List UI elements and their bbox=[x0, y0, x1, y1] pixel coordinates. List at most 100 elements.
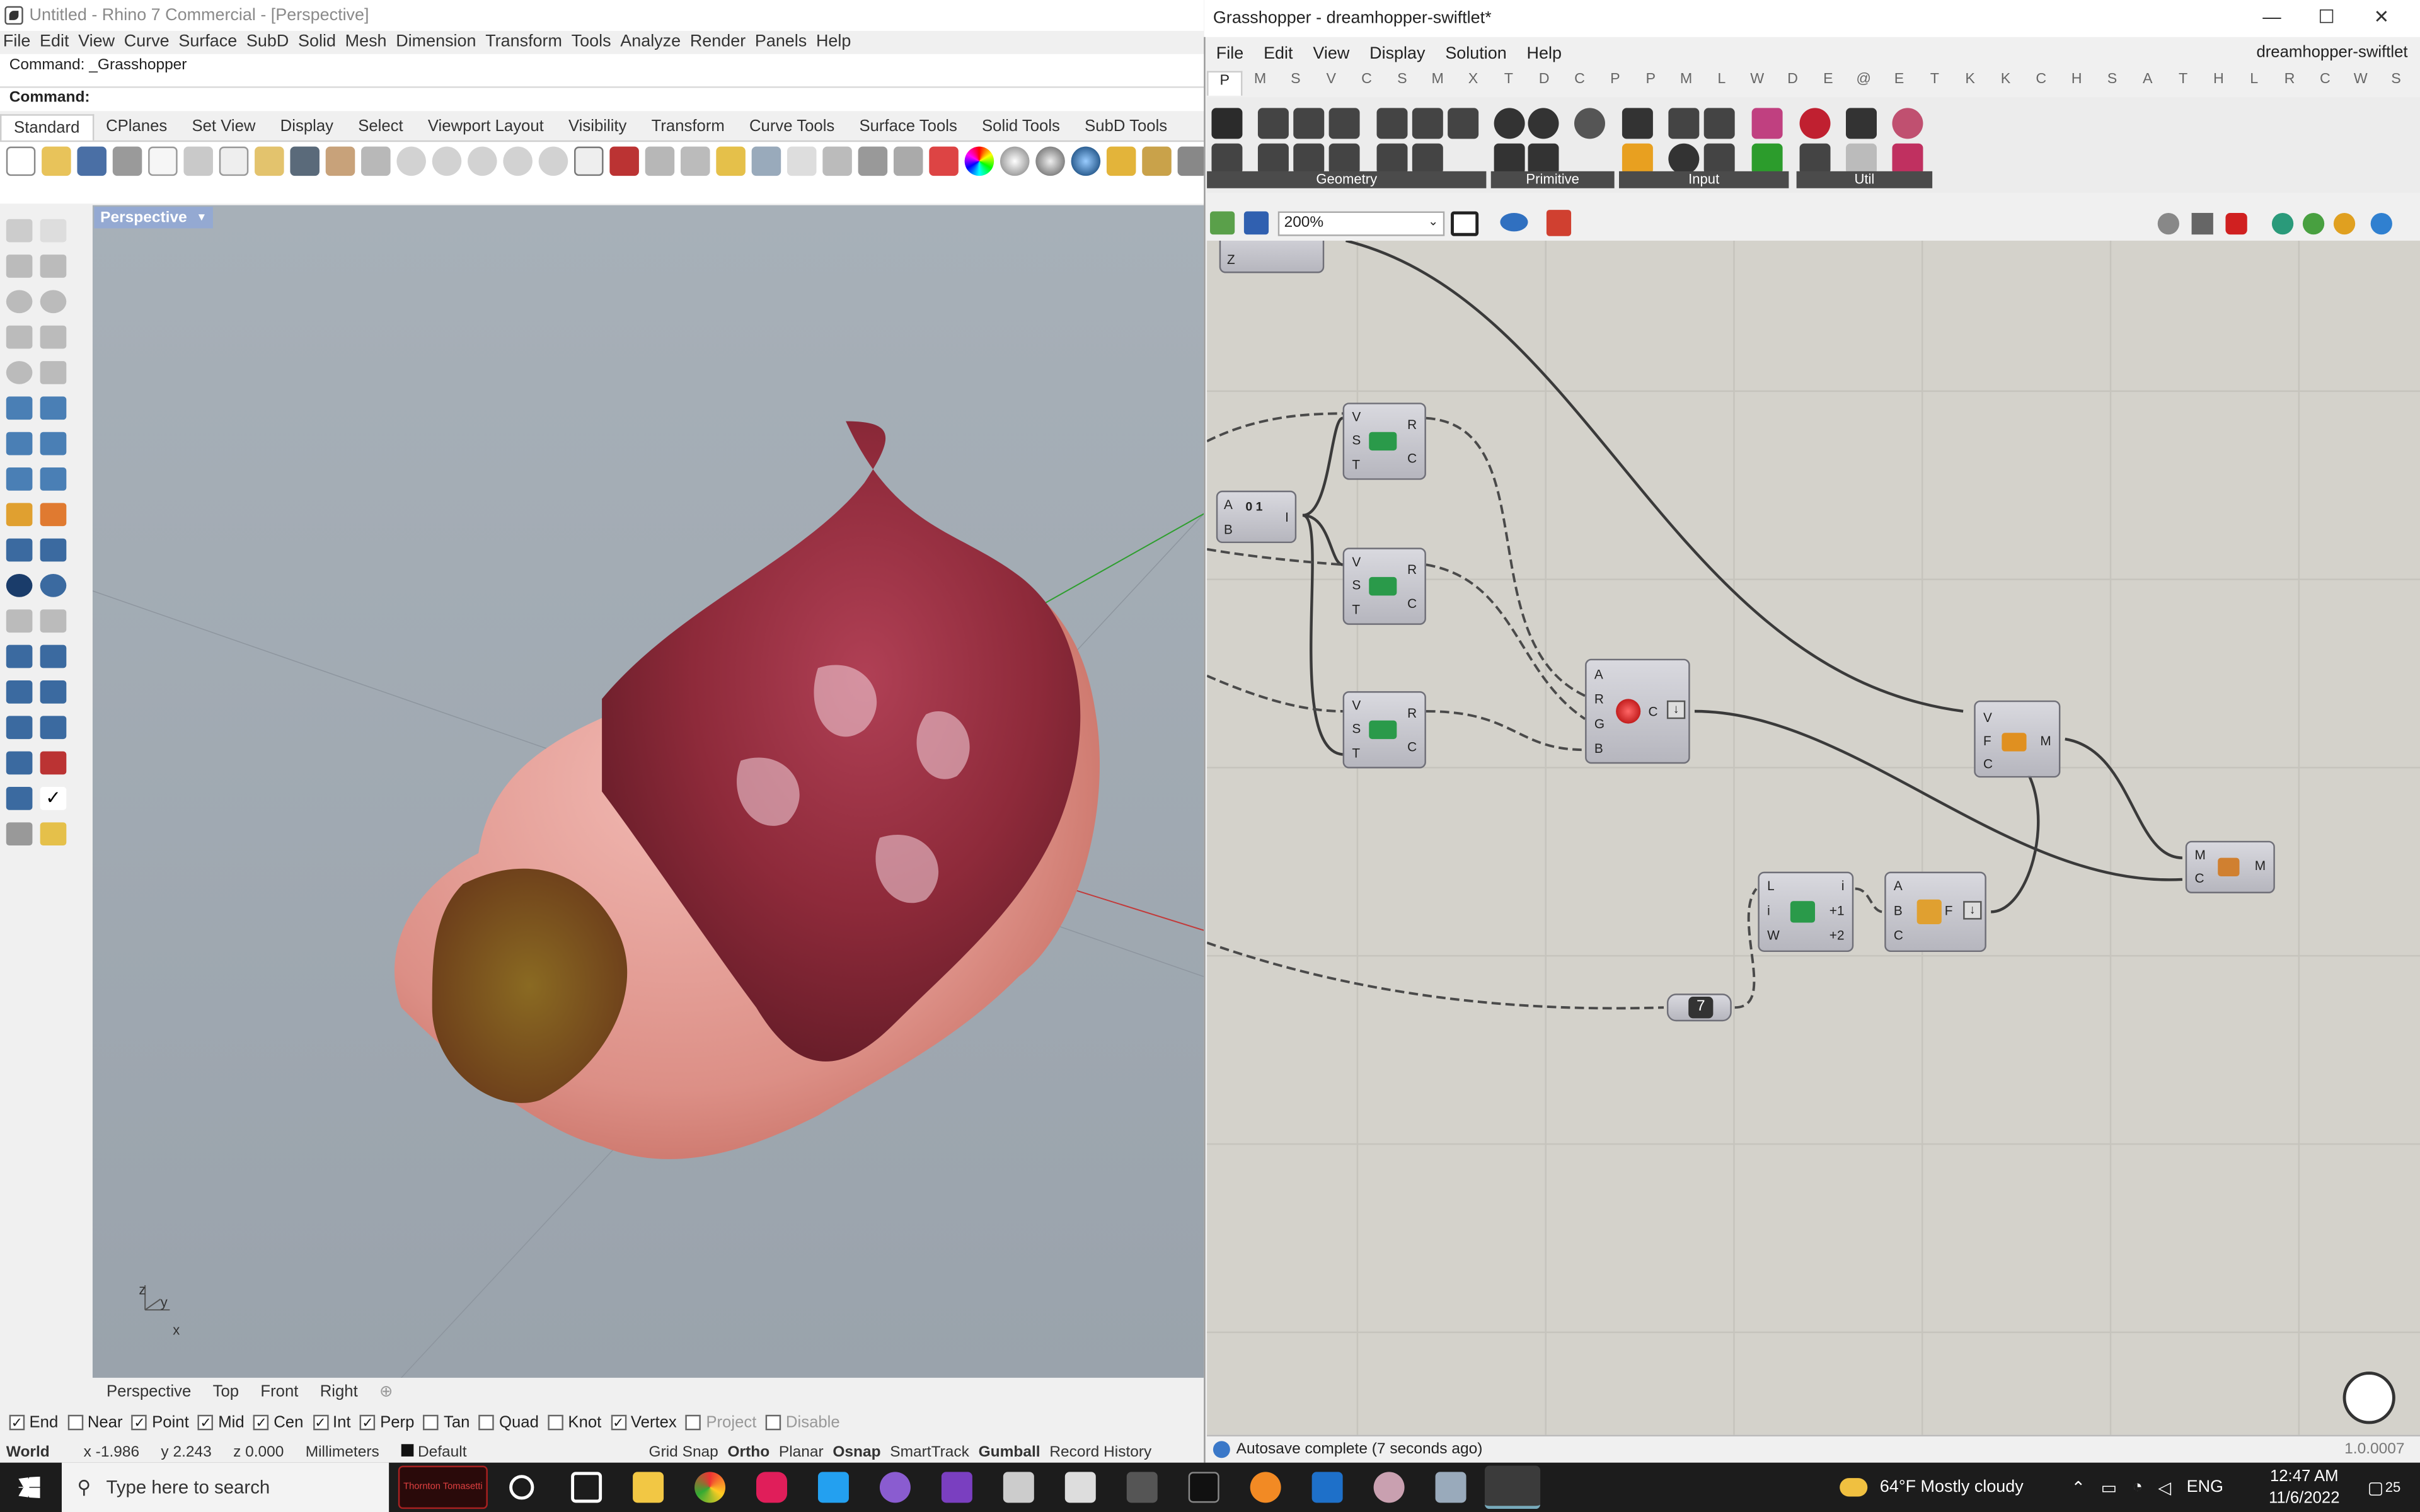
ribbon-label-input[interactable]: Input bbox=[1619, 171, 1789, 188]
osnap-perp[interactable]: ✓ Perp bbox=[360, 1413, 414, 1432]
weather-widget[interactable]: 64°F Mostly cloudy bbox=[1840, 1463, 2024, 1512]
record-history-toggle[interactable]: Record History bbox=[1049, 1443, 1151, 1460]
clock[interactable]: 12:47 AM 11/6/2022 bbox=[2269, 1463, 2340, 1512]
menu-panels[interactable]: Panels bbox=[755, 32, 807, 50]
polyline-icon[interactable] bbox=[6, 255, 33, 278]
gh-tab[interactable]: @ bbox=[1846, 71, 1881, 96]
github-desktop-icon[interactable] bbox=[879, 1472, 911, 1503]
tab-standard[interactable]: Standard bbox=[0, 114, 94, 140]
cplane-icon[interactable] bbox=[609, 146, 639, 176]
gh-tab[interactable]: L bbox=[1704, 71, 1739, 96]
tab-select[interactable]: Select bbox=[346, 114, 416, 140]
gh-tab[interactable]: D bbox=[1526, 71, 1562, 96]
cplane-status[interactable]: World bbox=[6, 1443, 50, 1460]
gh-tab[interactable]: S bbox=[1385, 71, 1420, 96]
menu-render[interactable]: Render bbox=[690, 32, 746, 50]
slider-input-icon[interactable] bbox=[1703, 108, 1735, 139]
import-icon[interactable] bbox=[148, 146, 178, 176]
render-tool-icon[interactable] bbox=[40, 822, 67, 846]
component-list-item[interactable]: L i W i +1 +2 bbox=[1758, 871, 1854, 953]
surface-param-icon[interactable] bbox=[1293, 143, 1325, 175]
preview-selected-icon[interactable] bbox=[2225, 212, 2247, 235]
gumball-toggle[interactable]: Gumball bbox=[979, 1443, 1040, 1460]
integer-panel[interactable]: 7 bbox=[1666, 994, 1732, 1022]
osnap-point[interactable]: ✓ Point bbox=[132, 1413, 189, 1432]
fitness-flask-icon[interactable] bbox=[1892, 143, 1923, 175]
preview-quality-icon[interactable] bbox=[2302, 212, 2325, 235]
save-file-icon[interactable] bbox=[1243, 211, 1269, 235]
transform-param-icon[interactable] bbox=[1328, 143, 1360, 175]
dimension-icon[interactable] bbox=[1177, 146, 1207, 176]
viewport-title[interactable]: Perspective ▼ bbox=[94, 207, 214, 229]
gh-tab[interactable]: P bbox=[1207, 71, 1243, 96]
rotate-icon[interactable] bbox=[6, 609, 33, 633]
paint-icon[interactable] bbox=[1373, 1472, 1405, 1503]
join-icon[interactable] bbox=[40, 538, 67, 562]
gh-tab[interactable]: M bbox=[1668, 71, 1703, 96]
menu-view[interactable]: View bbox=[78, 32, 115, 50]
zoom-selected-icon[interactable] bbox=[503, 146, 533, 176]
mesh-face-param-icon[interactable] bbox=[1412, 108, 1443, 139]
snapshot-icon[interactable] bbox=[6, 822, 33, 846]
download-icon[interactable]: ↓ bbox=[1963, 901, 1982, 920]
cherry-picker-icon[interactable] bbox=[1799, 108, 1831, 139]
rectangle-icon[interactable] bbox=[40, 325, 67, 349]
ribbon-label-util[interactable]: Util bbox=[1796, 171, 1933, 188]
grid-array-icon[interactable] bbox=[6, 751, 33, 775]
copy-icon[interactable] bbox=[219, 146, 249, 176]
battery-icon[interactable]: ▭ bbox=[2101, 1477, 2117, 1497]
block-icon[interactable] bbox=[6, 716, 33, 740]
gh-menu-solution[interactable]: Solution bbox=[1445, 45, 1506, 63]
menu-file[interactable]: File bbox=[3, 32, 30, 50]
gumball-tool-icon[interactable] bbox=[40, 751, 67, 775]
text-param-icon[interactable] bbox=[1574, 108, 1605, 139]
component-subdivide-1[interactable]: V S T R C bbox=[1342, 403, 1426, 480]
new-file-icon[interactable] bbox=[6, 146, 36, 176]
tab-display[interactable]: Display bbox=[268, 114, 346, 140]
geometry-param-icon[interactable] bbox=[1211, 108, 1243, 139]
tab-surface-tools[interactable]: Surface Tools bbox=[847, 114, 970, 140]
gh-menu-help[interactable]: Help bbox=[1527, 45, 1562, 63]
tab-curve-tools[interactable]: Curve Tools bbox=[737, 114, 846, 140]
task-view-icon[interactable] bbox=[571, 1472, 602, 1503]
text-icon[interactable] bbox=[6, 644, 33, 668]
open-folder-icon[interactable] bbox=[42, 146, 71, 176]
paste-icon[interactable] bbox=[255, 146, 284, 176]
minimize-icon[interactable]: — bbox=[2262, 6, 2281, 28]
wifi-icon[interactable]: ◔ bbox=[2133, 1478, 2143, 1496]
jump-icon[interactable] bbox=[1892, 108, 1923, 139]
tab-transform[interactable]: Transform bbox=[639, 114, 737, 140]
blender-icon[interactable] bbox=[1250, 1472, 1281, 1503]
component-mesh-colour[interactable]: M C M bbox=[2185, 840, 2275, 893]
zoom-level-dropdown[interactable]: 200% ⌄ bbox=[1277, 211, 1445, 236]
gh-tab[interactable]: L bbox=[2237, 71, 2272, 96]
osnap-int[interactable]: ✓ Int bbox=[313, 1413, 351, 1432]
osnap-cen[interactable]: ✓ Cen bbox=[253, 1413, 303, 1432]
canvas-display-icon[interactable] bbox=[2370, 212, 2392, 235]
gh-tab[interactable]: H bbox=[2201, 71, 2236, 96]
menu-tools[interactable]: Tools bbox=[572, 32, 611, 50]
grasshopper-taskbar-icon[interactable] bbox=[1484, 1465, 1541, 1509]
brep-param-icon[interactable] bbox=[1412, 143, 1443, 175]
terminal-icon[interactable] bbox=[1188, 1472, 1219, 1503]
tab-cplanes[interactable]: CPlanes bbox=[93, 114, 179, 140]
component-mesh-face[interactable]: A B C F ↓ bbox=[1884, 871, 1986, 953]
notepad-icon[interactable] bbox=[1435, 1472, 1466, 1503]
rotate-view-icon[interactable] bbox=[361, 146, 391, 176]
gh-tab[interactable]: V bbox=[1313, 71, 1349, 96]
boolean-param-icon[interactable] bbox=[1494, 108, 1525, 139]
gh-tab[interactable]: W bbox=[2343, 71, 2378, 96]
zoom-extents-icon[interactable] bbox=[1451, 211, 1479, 236]
undo-icon[interactable] bbox=[290, 146, 320, 176]
galapagos-icon[interactable] bbox=[1799, 143, 1831, 175]
line-param-icon[interactable] bbox=[1328, 108, 1360, 139]
menu-subd[interactable]: SubD bbox=[246, 32, 289, 50]
rhino7-icon[interactable] bbox=[1064, 1472, 1096, 1503]
options-gear-icon[interactable] bbox=[1142, 146, 1172, 176]
mesh-icon[interactable] bbox=[40, 467, 67, 491]
command-prompt[interactable]: Command: bbox=[0, 88, 1204, 112]
preview-wire-icon[interactable] bbox=[2157, 212, 2179, 235]
mesh-param-icon[interactable] bbox=[1376, 108, 1408, 139]
cut-icon[interactable] bbox=[183, 146, 213, 176]
volume-icon[interactable]: ◁ bbox=[2158, 1477, 2171, 1497]
